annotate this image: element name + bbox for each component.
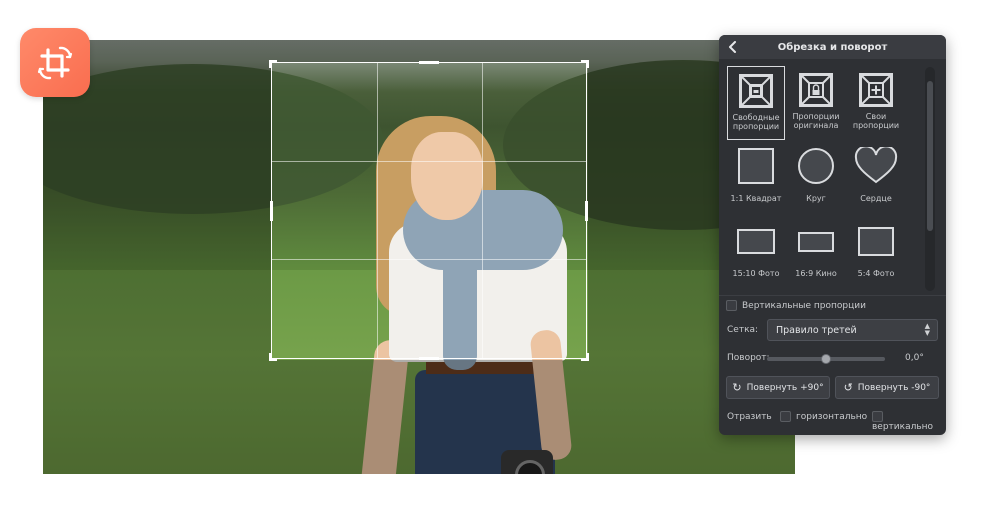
crop-handle-bottom[interactable]: [419, 357, 439, 360]
grid-line: [272, 259, 586, 260]
vertical-proportions-checkbox[interactable]: [726, 300, 737, 311]
rotation-value: 0,0°: [905, 353, 924, 363]
flip-horizontal-label: горизонтально: [796, 412, 868, 422]
grid-select[interactable]: Правило третей ▲ ▼: [767, 319, 938, 341]
crop-handle-bottom-right[interactable]: [581, 353, 589, 361]
grid-line: [272, 161, 586, 162]
rect-5-4-icon: [858, 227, 894, 256]
shape-15-10-photo[interactable]: 15:10 Фото: [727, 217, 785, 291]
flip-horizontal-checkbox[interactable]: [780, 411, 791, 422]
shape-label: Свои пропорции: [852, 112, 900, 130]
vertical-proportions-row[interactable]: Вертикальные пропорции: [726, 300, 866, 311]
flip-horizontal-row[interactable]: горизонтально: [780, 411, 867, 422]
rotation-slider-knob[interactable]: [821, 354, 831, 364]
crop-handle-left[interactable]: [270, 201, 273, 221]
rotate-minus-90-label: Повернуть -90°: [857, 382, 931, 393]
grid-line: [482, 63, 483, 358]
rect-15-10-icon: [737, 229, 775, 254]
grid-select-value: Правило третей: [776, 324, 857, 336]
crop-rotate-icon: [37, 46, 73, 79]
crop-handle-top[interactable]: [419, 61, 439, 64]
flip-vertical-row[interactable]: вертикально: [872, 411, 946, 432]
rotation-slider[interactable]: [767, 354, 885, 364]
shape-custom-proportions[interactable]: Свои пропорции: [847, 66, 905, 140]
crop-handle-right[interactable]: [585, 201, 588, 221]
shape-circle[interactable]: Круг: [787, 142, 845, 216]
chevron-left-icon: [729, 41, 736, 53]
crop-handle-bottom-left[interactable]: [269, 353, 277, 361]
shape-label: Свободные пропорции: [732, 113, 780, 131]
heart-icon: [854, 147, 898, 184]
screen: Обрезка и поворот Свободные пропорции Пр…: [0, 0, 1000, 516]
shape-heart[interactable]: Сердце: [847, 142, 905, 216]
square-icon: [738, 148, 774, 184]
grid-line: [377, 63, 378, 358]
crop-rotate-app-badge: [20, 28, 90, 97]
shape-label: 1:1 Квадрат: [730, 194, 782, 203]
panel-title: Обрезка и поворот: [777, 41, 888, 53]
shape-label: 5:4 Фото: [857, 269, 895, 278]
flip-label: Отразить: [727, 412, 772, 422]
flip-vertical-label: вертикально: [872, 422, 934, 432]
flip-vertical-checkbox[interactable]: [872, 411, 883, 422]
rotate-plus-90-button[interactable]: ↻ Повернуть +90°: [726, 376, 830, 399]
circle-icon: [798, 148, 834, 184]
divider: [719, 295, 946, 296]
shape-label: Сердце: [860, 194, 892, 203]
shape-free-proportions[interactable]: Свободные пропорции: [727, 66, 785, 140]
vertical-proportions-label: Вертикальные пропорции: [742, 301, 866, 311]
crop-rotate-panel: Обрезка и поворот Свободные пропорции Пр…: [719, 35, 946, 435]
crop-dim-top: [43, 40, 795, 62]
shape-label: 15:10 Фото: [732, 269, 780, 278]
crop-dim-left: [43, 62, 271, 474]
panel-header: Обрезка и поворот: [719, 35, 946, 59]
shape-square[interactable]: 1:1 Квадрат: [727, 142, 785, 216]
original-proportions-icon: [799, 73, 833, 107]
rotate-minus-90-button[interactable]: ↺ Повернуть -90°: [835, 376, 939, 399]
custom-proportions-icon: [859, 73, 893, 107]
select-arrows-icon: ▲ ▼: [924, 322, 930, 337]
shape-original-proportions[interactable]: Пропорции оригинала: [787, 66, 845, 140]
rotation-label: Поворот:: [727, 353, 770, 363]
crop-frame[interactable]: [269, 60, 589, 361]
shape-label: Пропорции оригинала: [792, 112, 840, 130]
rotate-plus-90-label: Повернуть +90°: [746, 382, 824, 393]
crop-dim-bottom: [271, 360, 588, 474]
back-button[interactable]: [725, 38, 741, 56]
rect-16-9-icon: [798, 232, 834, 252]
scrollbar[interactable]: [925, 67, 935, 291]
rotate-ccw-icon: ↺: [843, 381, 853, 394]
crop-handle-top-right[interactable]: [581, 60, 589, 68]
crop-handle-top-left[interactable]: [269, 60, 277, 68]
shape-5-4-photo[interactable]: 5:4 Фото: [847, 217, 905, 291]
shape-label: Круг: [806, 194, 826, 203]
shape-label: 16:9 Кино: [795, 269, 837, 278]
scrollbar-thumb[interactable]: [927, 81, 933, 231]
free-proportions-icon: [739, 74, 773, 108]
shape-grid: Свободные пропорции Пропорции оригинала: [725, 65, 925, 293]
grid-label: Сетка:: [727, 325, 759, 335]
rotate-cw-icon: ↻: [732, 381, 742, 394]
shape-16-9-cinema[interactable]: 16:9 Кино: [787, 217, 845, 291]
